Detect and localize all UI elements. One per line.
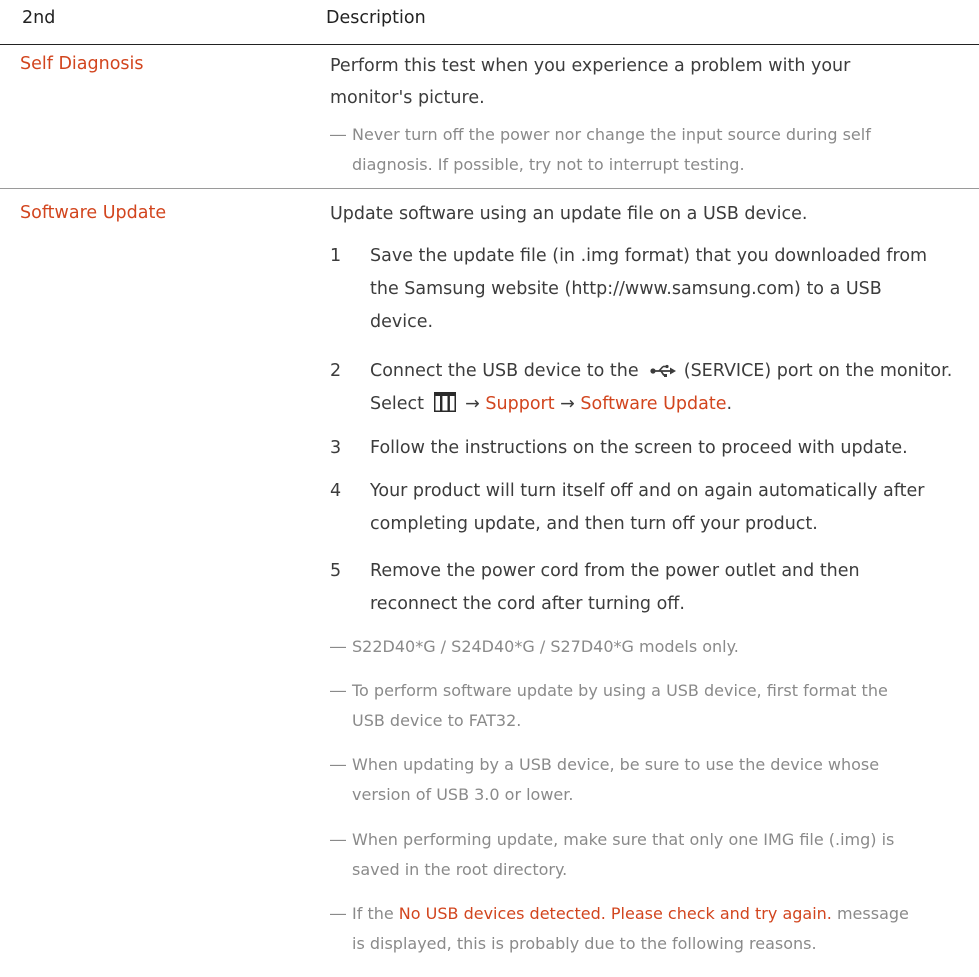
note-line: When performing update, make sure that o… bbox=[352, 830, 895, 849]
step-line: Save the update file (in .img format) th… bbox=[370, 246, 928, 266]
note-dash: ― bbox=[330, 681, 346, 700]
usb-icon bbox=[650, 364, 677, 377]
step-number: 4 bbox=[330, 481, 342, 501]
step-3: 3 Follow the instructions on the screen … bbox=[330, 432, 979, 465]
note-dash: ― bbox=[330, 830, 346, 849]
step-line: completing update, and then turn off you… bbox=[370, 514, 818, 534]
note-line: If the No USB devices detected. Please c… bbox=[330, 899, 970, 929]
note-dash: ― bbox=[330, 904, 346, 923]
menu-item-self-diagnosis: Self Diagnosis bbox=[20, 54, 144, 74]
period: . bbox=[726, 394, 733, 414]
step-2: 2 Connect the USB device to the (SERVICE… bbox=[330, 355, 979, 421]
step-number: 1 bbox=[330, 246, 342, 266]
note-line: is displayed, this is probably due to th… bbox=[352, 934, 817, 953]
note-line: saved in the root directory. bbox=[352, 860, 568, 879]
note-dash: ― bbox=[330, 755, 346, 774]
menu-path-software-update: Software Update bbox=[580, 394, 727, 414]
step-number: 3 bbox=[330, 438, 342, 458]
step-line: Select → Support → Software Update. bbox=[330, 388, 979, 421]
step-line: device. bbox=[370, 312, 434, 332]
step-1: 1 Save the update file (in .img format) … bbox=[330, 240, 979, 339]
step-text: port on the monitor. bbox=[776, 361, 953, 381]
no-usb-note: ― If the No USB devices detected. Please… bbox=[330, 899, 970, 959]
step-line: Connect the USB device to the (SERVICE) … bbox=[330, 355, 979, 388]
row-divider bbox=[0, 188, 979, 189]
note-text: message bbox=[836, 904, 909, 923]
format-note: ― To perform software update by using a … bbox=[330, 676, 970, 736]
manual-page: 2nd Description Self Diagnosis Perform t… bbox=[0, 0, 979, 977]
desc-line: Perform this test when you experience a … bbox=[330, 56, 851, 76]
note-dash: ― bbox=[330, 125, 346, 144]
self-diagnosis-note: ― Never turn off the power nor change th… bbox=[330, 120, 970, 180]
img-file-note: ― When performing update, make sure that… bbox=[330, 825, 970, 885]
note-dash: ― bbox=[330, 637, 346, 656]
note-line: USB device to FAT32. bbox=[352, 711, 522, 730]
models-note: ― S22D40*G / S24D40*G / S27D40*G models … bbox=[330, 632, 970, 662]
step-line: Remove the power cord from the power out… bbox=[370, 561, 860, 581]
step-text: Connect the USB device to the bbox=[370, 361, 639, 381]
step-line: the Samsung website (http://www.samsung.… bbox=[370, 279, 882, 299]
step-line: reconnect the cord after turning off. bbox=[370, 594, 685, 614]
arrow-icon: → bbox=[560, 394, 575, 414]
header-col-description: Description bbox=[326, 8, 426, 28]
step-line: Your product will turn itself off and on… bbox=[370, 481, 925, 501]
note-text: If the bbox=[352, 904, 394, 923]
note-line: version of USB 3.0 or lower. bbox=[352, 785, 574, 804]
note-line: To perform software update by using a US… bbox=[352, 681, 888, 700]
self-diagnosis-description: Perform this test when you experience a … bbox=[330, 50, 979, 114]
step-number: 2 bbox=[330, 361, 342, 381]
step-5: 5 Remove the power cord from the power o… bbox=[330, 555, 979, 621]
note-line: When updating by a USB device, be sure t… bbox=[352, 755, 880, 774]
step-text: Select bbox=[370, 394, 424, 414]
service-port-label: (SERVICE) bbox=[683, 361, 772, 381]
menu-icon bbox=[433, 392, 456, 412]
error-message: No USB devices detected. Please check an… bbox=[398, 904, 832, 923]
step-4: 4 Your product will turn itself off and … bbox=[330, 475, 979, 541]
note-line: S22D40*G / S24D40*G / S27D40*G models on… bbox=[352, 637, 739, 656]
note-line: diagnosis. If possible, try not to inter… bbox=[352, 155, 745, 174]
menu-path-support: Support bbox=[485, 394, 555, 414]
note-line: Never turn off the power nor change the … bbox=[352, 125, 871, 144]
software-update-description: Update software using an update file on … bbox=[330, 204, 808, 224]
header-col-2nd: 2nd bbox=[22, 8, 56, 28]
menu-item-software-update: Software Update bbox=[20, 203, 167, 223]
table-header: 2nd Description bbox=[0, 0, 979, 45]
step-line: Follow the instructions on the screen to… bbox=[370, 438, 908, 458]
arrow-icon: → bbox=[465, 394, 480, 414]
usb-version-note: ― When updating by a USB device, be sure… bbox=[330, 750, 970, 810]
step-number: 5 bbox=[330, 561, 342, 581]
desc-line: monitor's picture. bbox=[330, 88, 485, 108]
